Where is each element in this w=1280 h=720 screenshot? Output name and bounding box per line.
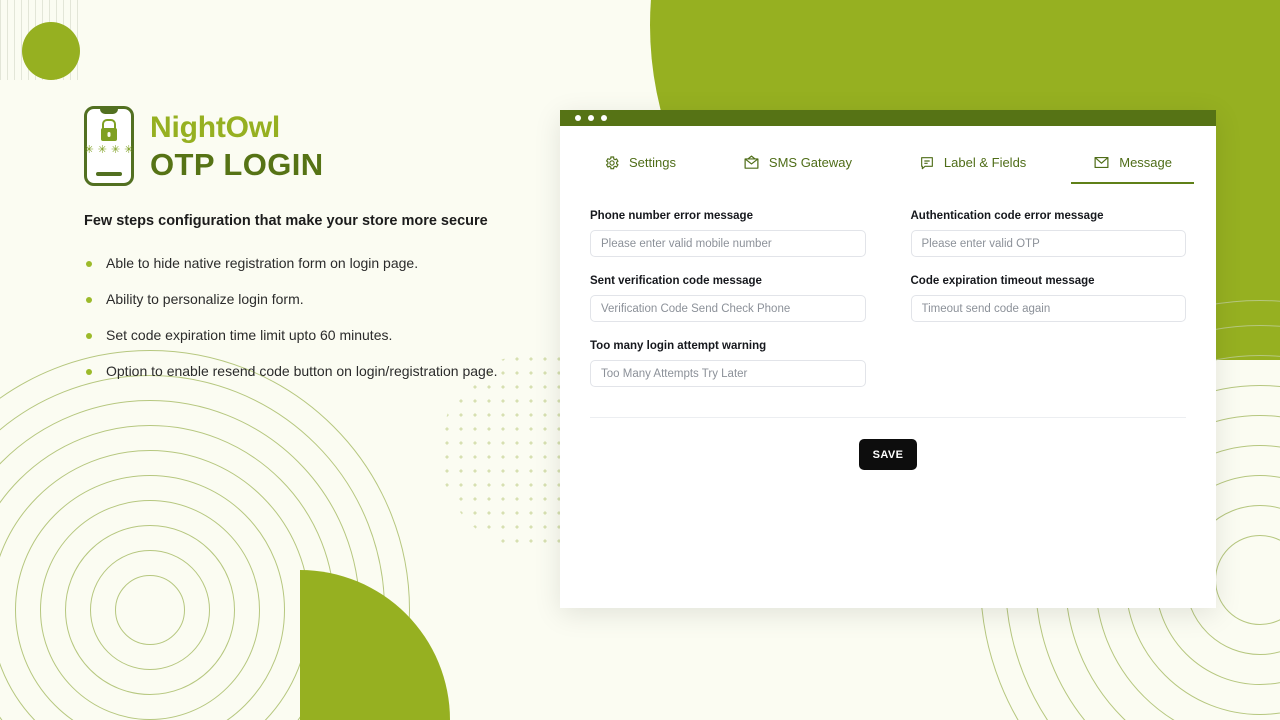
- too-many-attempts-input[interactable]: [590, 360, 866, 387]
- save-button[interactable]: SAVE: [859, 439, 917, 470]
- field-label: Sent verification code message: [590, 275, 762, 287]
- auth-code-error-input[interactable]: [910, 230, 1186, 257]
- envelope-up-icon: [743, 154, 760, 171]
- asterisk-icon: ✳: [124, 143, 134, 156]
- bullet-icon: [86, 333, 92, 339]
- field-label: Phone number error message: [590, 210, 753, 222]
- promo-panel: ✳ ✳ ✳ ✳ NightOwl OTP LOGIN Few steps con…: [84, 106, 554, 399]
- tab-sms-gateway[interactable]: SMS Gateway: [721, 148, 874, 184]
- message-settings-form: Phone number error message Authenticatio…: [560, 184, 1216, 405]
- feature-text: Ability to personalize login form.: [106, 291, 304, 307]
- green-circle-top-left: [22, 22, 80, 80]
- bullet-icon: [86, 297, 92, 303]
- feature-text: Option to enable resend code button on l…: [106, 363, 498, 379]
- gear-icon: [604, 155, 620, 171]
- list-item: Ability to personalize login form.: [84, 291, 554, 307]
- list-item: Option to enable resend code button on l…: [84, 363, 554, 379]
- tab-label: Label & Fields: [943, 155, 1027, 170]
- bullet-icon: [86, 369, 92, 375]
- lock-icon: [101, 128, 117, 141]
- green-quarter-circle-bottom-left: [300, 570, 450, 720]
- tab-label: Settings: [629, 155, 676, 170]
- window-dot[interactable]: [575, 115, 581, 121]
- app-window: Settings SMS Gateway Label & Fields Mess…: [560, 110, 1216, 608]
- asterisk-icon: ✳: [97, 143, 107, 156]
- phone-number-error-input[interactable]: [590, 230, 866, 257]
- grid-spacer: [911, 340, 1187, 405]
- asterisk-icon: ✳: [111, 143, 121, 156]
- list-item: Set code expiration time limit upto 60 m…: [84, 327, 554, 343]
- field-label: Code expiration timeout message: [910, 275, 1095, 287]
- feature-text: Able to hide native registration form on…: [106, 255, 419, 271]
- promo-tagline: Few steps configuration that make your s…: [84, 213, 488, 229]
- field-too-many-attempts: Too many login attempt warning: [590, 340, 866, 387]
- phone-lock-icon: ✳ ✳ ✳ ✳: [84, 106, 134, 186]
- brand-text: NightOwl OTP LOGIN: [150, 110, 324, 182]
- tab-bar: Settings SMS Gateway Label & Fields Mess…: [560, 148, 1216, 184]
- field-sent-verification-code: Sent verification code message: [590, 275, 866, 322]
- feature-text: Set code expiration time limit upto 60 m…: [106, 327, 393, 343]
- phone-notch: [100, 109, 118, 114]
- tab-label: SMS Gateway: [768, 155, 852, 170]
- phone-home-bar: [96, 172, 122, 176]
- code-expiration-timeout-input[interactable]: [910, 295, 1186, 322]
- tab-label-and-fields[interactable]: Label & Fields: [897, 148, 1048, 184]
- field-phone-number-error: Phone number error message: [590, 210, 866, 257]
- feature-list: Able to hide native registration form on…: [84, 255, 554, 379]
- sent-verification-code-input[interactable]: [590, 295, 866, 322]
- brand-name: NightOwl: [150, 110, 281, 144]
- envelope-icon: [1093, 154, 1110, 171]
- window-dot[interactable]: [601, 115, 607, 121]
- form-grid: Phone number error message Authenticatio…: [590, 210, 1186, 405]
- field-auth-code-error: Authentication code error message: [910, 210, 1186, 257]
- stripe-pattern-top-left: [0, 0, 78, 80]
- asterisk-icon: ✳: [84, 143, 94, 156]
- otp-asterisks: ✳ ✳ ✳ ✳: [84, 143, 134, 156]
- tab-label: Message: [1119, 155, 1172, 170]
- form-actions: SAVE: [560, 439, 1216, 470]
- window-dot[interactable]: [588, 115, 594, 121]
- tab-settings[interactable]: Settings: [582, 148, 698, 184]
- brand-subtitle: OTP LOGIN: [150, 146, 324, 182]
- brand-header: ✳ ✳ ✳ ✳ NightOwl OTP LOGIN: [84, 106, 554, 186]
- list-item: Able to hide native registration form on…: [84, 255, 554, 271]
- field-label: Too many login attempt warning: [590, 340, 767, 352]
- tab-message[interactable]: Message: [1071, 148, 1194, 184]
- form-divider: [590, 417, 1186, 418]
- window-titlebar: [560, 110, 1216, 126]
- field-code-expiration-timeout: Code expiration timeout message: [910, 275, 1186, 322]
- bullet-icon: [86, 261, 92, 267]
- chat-lines-icon: [919, 155, 935, 171]
- field-label: Authentication code error message: [910, 210, 1104, 222]
- concentric-arcs-bottom-left: [0, 350, 410, 720]
